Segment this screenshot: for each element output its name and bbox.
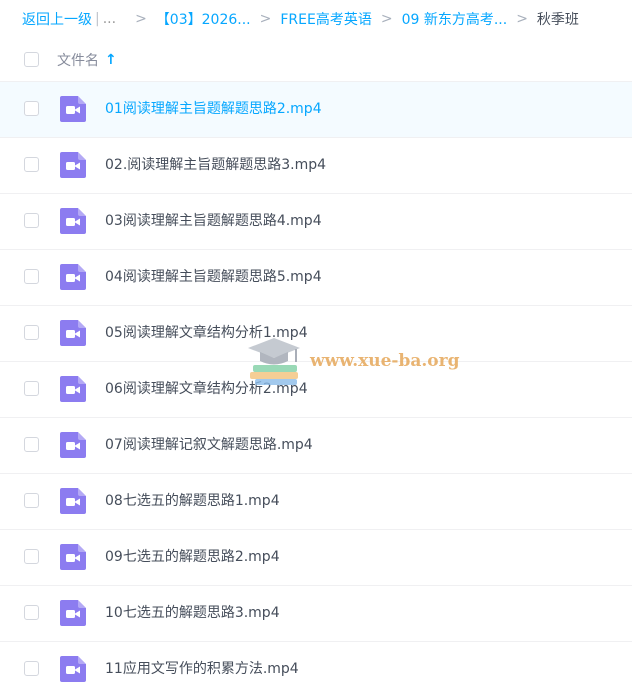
file-checkbox[interactable] <box>24 101 39 116</box>
file-checkbox[interactable] <box>24 325 39 340</box>
video-file-icon <box>59 151 87 179</box>
file-checkbox[interactable] <box>24 549 39 564</box>
back-link[interactable]: 返回上一级 <box>22 9 92 29</box>
file-name[interactable]: 04阅读理解主旨题解题思路5.mp4 <box>105 250 322 305</box>
file-row[interactable]: 07阅读理解记叙文解题思路.mp4 <box>0 418 632 474</box>
file-row[interactable]: 02.阅读理解主旨题解题思路3.mp4 <box>0 138 632 194</box>
video-file-icon <box>59 263 87 291</box>
sort-by-filename[interactable]: 文件名 ↑ <box>57 50 117 70</box>
breadcrumb-item[interactable]: 09 新东方高考... <box>402 9 508 29</box>
file-row[interactable]: 01阅读理解主旨题解题思路2.mp4 <box>0 82 632 138</box>
file-list: 01阅读理解主旨题解题思路2.mp4 02.阅读理解主旨题解题思路3.mp4 03阅… <box>0 82 632 684</box>
file-checkbox[interactable] <box>24 269 39 284</box>
breadcrumb-separator: > <box>516 11 528 27</box>
select-all-checkbox[interactable] <box>24 52 39 67</box>
file-row[interactable]: 05阅读理解文章结构分析1.mp4 <box>0 306 632 362</box>
file-row[interactable]: 06阅读理解文章结构分析2.mp4 <box>0 362 632 418</box>
file-name[interactable]: 05阅读理解文章结构分析1.mp4 <box>105 306 308 361</box>
video-file-icon <box>59 543 87 571</box>
breadcrumb-current: 秋季班 <box>536 12 579 28</box>
file-name[interactable]: 09七选五的解题思路2.mp4 <box>105 530 280 585</box>
breadcrumb-pipe: | <box>95 11 100 27</box>
file-checkbox[interactable] <box>24 213 39 228</box>
breadcrumb-separator: > <box>259 11 272 27</box>
file-name[interactable]: 02.阅读理解主旨题解题思路3.mp4 <box>105 138 326 193</box>
file-checkbox[interactable] <box>24 381 39 396</box>
file-checkbox[interactable] <box>24 493 39 508</box>
file-checkbox[interactable] <box>24 605 39 620</box>
file-checkbox[interactable] <box>24 437 39 452</box>
file-name[interactable]: 10七选五的解题思路3.mp4 <box>105 586 280 641</box>
video-file-icon <box>59 487 87 515</box>
file-row[interactable]: 10七选五的解题思路3.mp4 <box>0 586 632 642</box>
sort-ascending-icon: ↑ <box>105 52 117 68</box>
file-name[interactable]: 11应用文写作的积累方法.mp4 <box>105 642 299 684</box>
file-row[interactable]: 11应用文写作的积累方法.mp4 <box>0 642 632 684</box>
file-row[interactable]: 03阅读理解主旨题解题思路4.mp4 <box>0 194 632 250</box>
video-file-icon <box>59 375 87 403</box>
video-file-icon <box>59 599 87 627</box>
file-browser: 返回上一级 | ... > 【03】2026... > FREE高考英语 > 0… <box>0 0 632 684</box>
video-file-icon <box>59 431 87 459</box>
file-checkbox[interactable] <box>24 157 39 172</box>
video-file-icon <box>59 319 87 347</box>
file-name[interactable]: 06阅读理解文章结构分析2.mp4 <box>105 362 308 417</box>
breadcrumb-ellipsis[interactable]: ... <box>103 11 116 27</box>
file-checkbox[interactable] <box>24 661 39 676</box>
file-row[interactable]: 04阅读理解主旨题解题思路5.mp4 <box>0 250 632 306</box>
file-name[interactable]: 01阅读理解主旨题解题思路2.mp4 <box>105 82 322 137</box>
file-row[interactable]: 09七选五的解题思路2.mp4 <box>0 530 632 586</box>
file-name[interactable]: 03阅读理解主旨题解题思路4.mp4 <box>105 194 322 249</box>
file-name[interactable]: 08七选五的解题思路1.mp4 <box>105 474 280 529</box>
breadcrumb-separator: > <box>380 11 393 27</box>
breadcrumb-item[interactable]: FREE高考英语 <box>280 9 371 29</box>
video-file-icon <box>59 207 87 235</box>
video-file-icon <box>59 655 87 683</box>
video-file-icon <box>59 95 87 123</box>
column-label-filename: 文件名 <box>57 53 99 69</box>
file-name[interactable]: 07阅读理解记叙文解题思路.mp4 <box>105 418 313 473</box>
file-row[interactable]: 08七选五的解题思路1.mp4 <box>0 474 632 530</box>
breadcrumb-separator: > <box>135 11 147 27</box>
breadcrumb-item[interactable]: 【03】2026... <box>156 9 251 29</box>
list-header: 文件名 ↑ <box>0 38 632 82</box>
breadcrumb: 返回上一级 | ... > 【03】2026... > FREE高考英语 > 0… <box>22 0 579 38</box>
